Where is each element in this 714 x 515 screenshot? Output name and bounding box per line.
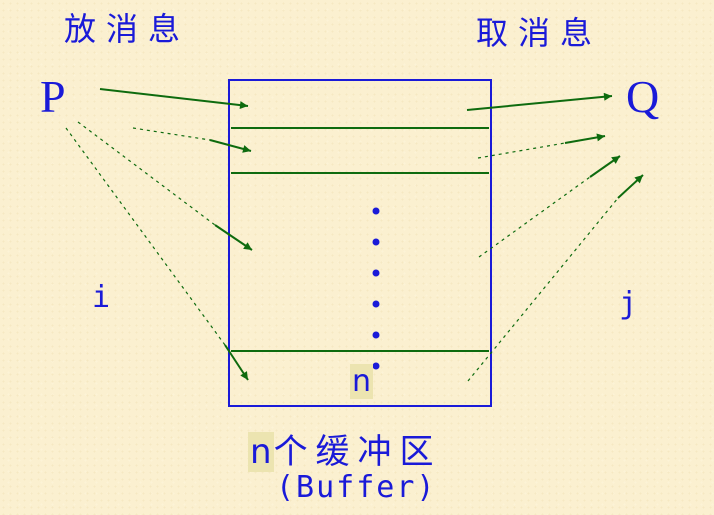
slot-n-label: n bbox=[350, 364, 374, 399]
put-arrow-3 bbox=[77, 121, 253, 251]
take-arrow-4 bbox=[467, 174, 644, 382]
put-arrow-2 bbox=[132, 127, 252, 153]
put-arrow-1 bbox=[99, 88, 249, 110]
producer-label: P bbox=[40, 71, 66, 122]
take-message-label: 取消息 bbox=[476, 14, 603, 52]
index-j-label: j bbox=[619, 286, 638, 321]
consumer-label: Q bbox=[626, 71, 660, 122]
buffer-caption-sub: (Buffer) bbox=[276, 470, 437, 505]
caption-text: 个缓冲区 bbox=[273, 432, 442, 472]
index-i-label: i bbox=[92, 280, 111, 315]
slot-n-text: n bbox=[350, 364, 374, 399]
take-arrow-3 bbox=[478, 155, 621, 258]
ellipsis-dots bbox=[372, 207, 380, 370]
put-message-label: 放消息 bbox=[64, 10, 191, 48]
buffer-caption: n个缓冲区 bbox=[248, 424, 442, 473]
caption-n: n bbox=[248, 432, 274, 472]
take-arrow-1 bbox=[466, 92, 613, 111]
put-arrow-4 bbox=[65, 127, 249, 381]
take-arrow-2 bbox=[477, 133, 606, 159]
